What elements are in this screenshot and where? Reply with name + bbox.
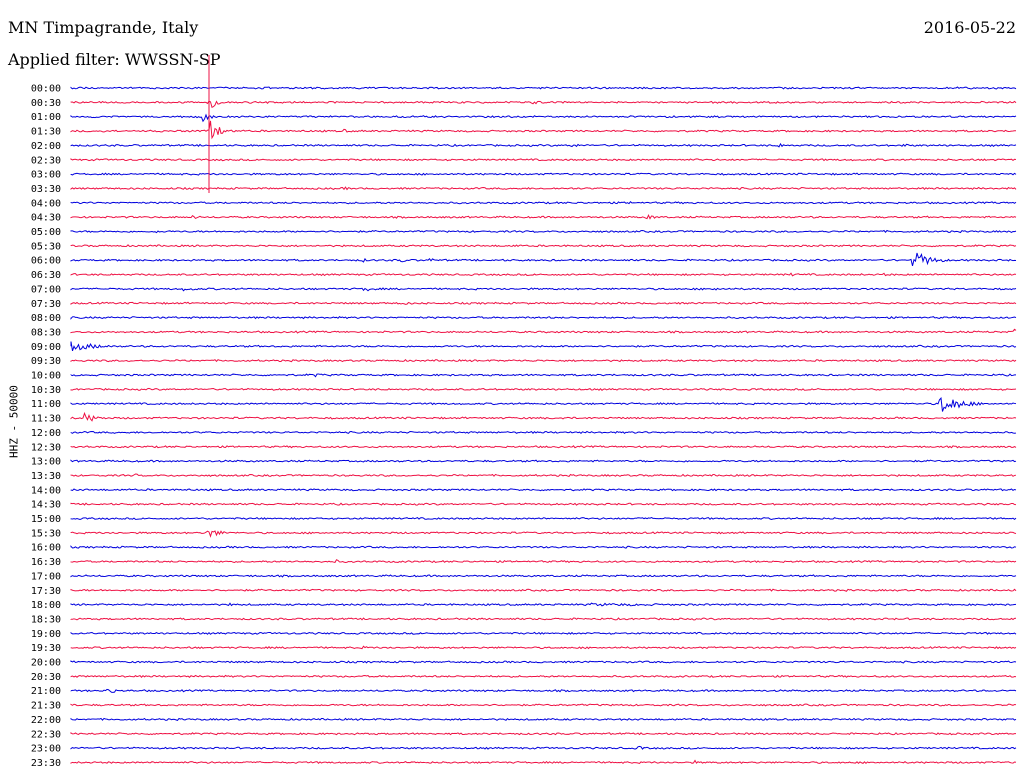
time-tick-label: 21:00 — [31, 686, 61, 697]
trace-line — [70, 200, 1017, 205]
time-tick-label: 18:30 — [31, 614, 61, 625]
trace-line — [70, 373, 1017, 378]
time-tick-label: 16:00 — [31, 543, 61, 554]
trace-line — [70, 559, 1017, 564]
trace-line — [70, 688, 1017, 693]
time-tick-labels: 00:00 00:30 01:00 01:30 02:00 02:30 03:00 03:30… — [31, 84, 61, 769]
trace-line — [70, 172, 1017, 176]
trace-line — [70, 488, 1017, 492]
time-tick-label: 22:30 — [31, 729, 61, 740]
time-tick-label: 00:30 — [31, 98, 61, 109]
trace-line — [70, 142, 1017, 148]
time-tick-label: 14:00 — [31, 485, 61, 496]
time-tick-label: 17:00 — [31, 571, 61, 582]
trace-line — [70, 120, 1017, 140]
time-tick-label: 14:30 — [31, 500, 61, 511]
trace-line — [70, 358, 1017, 363]
time-tick-label: 23:30 — [31, 758, 61, 769]
time-tick-label: 04:30 — [31, 213, 61, 224]
trace-line — [70, 252, 1017, 266]
trace-line — [70, 445, 1017, 449]
trace-line — [70, 328, 1017, 334]
time-tick-label: 17:30 — [31, 586, 61, 597]
trace-line — [70, 86, 1017, 90]
time-tick-label: 02:00 — [31, 141, 61, 152]
time-tick-label: 09:00 — [31, 342, 61, 353]
trace-line — [70, 411, 1017, 422]
trace-line — [70, 229, 1017, 234]
trace-line — [70, 158, 1017, 162]
trace-line — [70, 574, 1017, 578]
trace-line — [70, 645, 1017, 650]
time-tick-label: 05:00 — [31, 227, 61, 238]
trace-line — [70, 186, 1017, 191]
time-tick-label: 08:30 — [31, 327, 61, 338]
trace-line — [70, 213, 1017, 220]
trace-line — [70, 459, 1017, 463]
trace-line — [70, 631, 1017, 635]
time-tick-label: 10:30 — [31, 385, 61, 396]
time-tick-label: 10:00 — [31, 371, 61, 382]
time-tick-label: 04:00 — [31, 198, 61, 209]
trace-line — [70, 545, 1017, 549]
time-tick-label: 13:00 — [31, 457, 61, 468]
time-tick-label: 06:30 — [31, 270, 61, 281]
trace-line — [70, 397, 1017, 412]
trace-line — [70, 301, 1017, 305]
time-tick-label: 12:30 — [31, 442, 61, 453]
helicorder-plot: 00:00 00:30 01:00 01:30 02:00 02:30 03:00 03:30… — [31, 55, 1017, 769]
trace-line — [70, 341, 1017, 352]
seismic-traces — [70, 86, 1017, 765]
trace-line — [70, 473, 1017, 478]
trace-line — [70, 530, 1017, 538]
time-tick-label: 08:00 — [31, 313, 61, 324]
trace-line — [70, 287, 1017, 292]
time-tick-label: 02:30 — [31, 155, 61, 166]
time-tick-label: 11:30 — [31, 414, 61, 425]
time-tick-label: 18:00 — [31, 600, 61, 611]
trace-line — [70, 703, 1017, 707]
trace-line — [70, 316, 1017, 320]
trace-line — [70, 674, 1017, 678]
time-tick-label: 03:30 — [31, 184, 61, 195]
time-tick-label: 07:30 — [31, 299, 61, 310]
trace-line — [70, 113, 1017, 123]
time-tick-label: 21:30 — [31, 701, 61, 712]
time-tick-label: 12:00 — [31, 428, 61, 439]
trace-line — [70, 745, 1017, 750]
trace-line — [70, 759, 1017, 765]
trace-line — [70, 387, 1017, 391]
time-tick-label: 00:00 — [31, 84, 61, 95]
trace-line — [70, 602, 1017, 607]
trace-line — [70, 244, 1017, 248]
time-tick-label: 05:30 — [31, 241, 61, 252]
trace-line — [70, 588, 1017, 592]
time-tick-label: 01:30 — [31, 127, 61, 138]
time-tick-label: 19:30 — [31, 643, 61, 654]
time-tick-label: 16:30 — [31, 557, 61, 568]
trace-line — [70, 516, 1017, 521]
trace-line — [70, 502, 1017, 506]
trace-line — [70, 617, 1017, 621]
time-tick-label: 15:30 — [31, 528, 61, 539]
time-tick-label: 03:00 — [31, 170, 61, 181]
time-tick-label: 07:00 — [31, 284, 61, 295]
trace-line — [70, 100, 1017, 109]
time-tick-label: 19:00 — [31, 629, 61, 640]
time-tick-label: 20:00 — [31, 658, 61, 669]
trace-line — [70, 272, 1017, 277]
time-tick-label: 15:00 — [31, 514, 61, 525]
time-tick-label: 06:00 — [31, 256, 61, 267]
time-tick-label: 09:30 — [31, 356, 61, 367]
time-tick-label: 13:30 — [31, 471, 61, 482]
trace-line — [70, 430, 1017, 435]
time-tick-label: 20:30 — [31, 672, 61, 683]
time-tick-label: 01:00 — [31, 112, 61, 123]
trace-line — [70, 717, 1017, 721]
time-tick-label: 22:00 — [31, 715, 61, 726]
time-tick-label: 11:00 — [31, 399, 61, 410]
time-tick-label: 23:00 — [31, 744, 61, 755]
trace-line — [70, 660, 1017, 664]
trace-line — [70, 731, 1016, 736]
